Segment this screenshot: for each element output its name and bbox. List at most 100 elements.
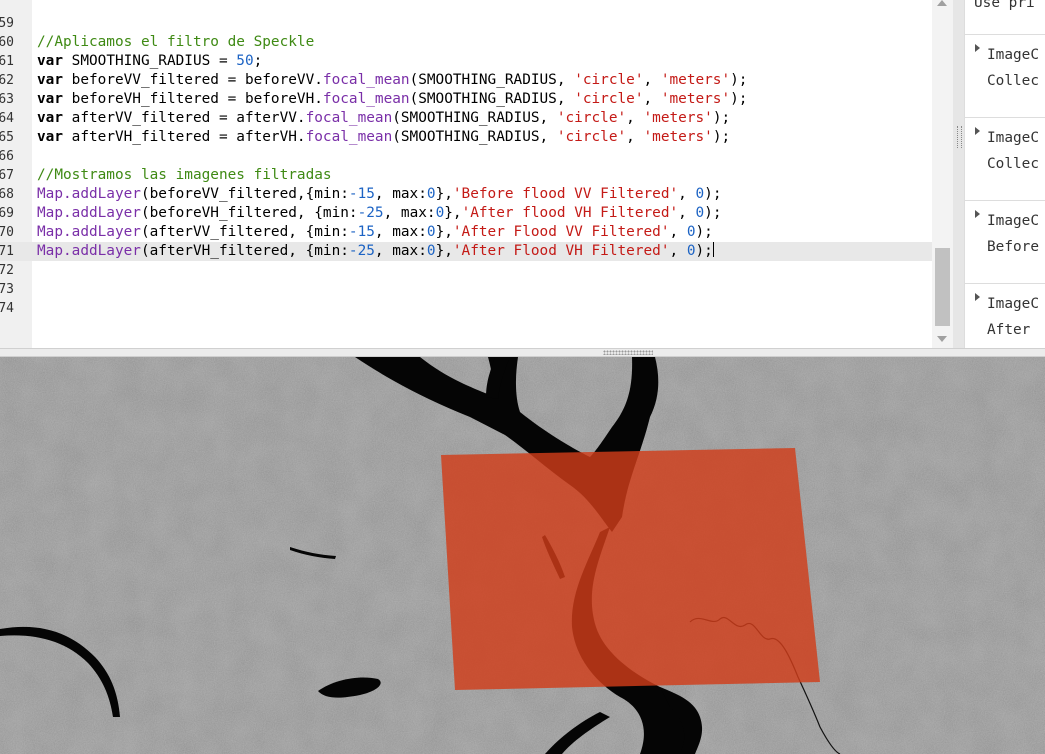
code-token: SMOOTHING_RADIUS = bbox=[63, 53, 237, 69]
code-line[interactable]: 66 bbox=[0, 147, 932, 166]
text-cursor bbox=[712, 242, 714, 257]
code-token: (SMOOTHING_RADIUS, bbox=[392, 110, 557, 126]
code-token: afterVH_filtered = afterVH. bbox=[63, 129, 306, 145]
code-token: (beforeVH_filtered, {min: bbox=[140, 205, 358, 221]
scroll-up-arrow-icon[interactable] bbox=[937, 0, 947, 6]
line-number: 70 bbox=[0, 225, 14, 240]
code-token: 0 bbox=[426, 243, 436, 259]
code-token: var bbox=[37, 53, 63, 69]
code-token: 'After Flood VV Filtered' bbox=[452, 224, 670, 240]
divider-grip-icon[interactable] bbox=[957, 126, 962, 148]
code-line[interactable]: 59 bbox=[0, 14, 932, 33]
side-panel: Use pri ImageC Collec ImageC Collec Imag… bbox=[953, 0, 1045, 348]
code-token: var bbox=[37, 91, 63, 107]
code-token: ); bbox=[712, 110, 731, 126]
splitter-handle-icon[interactable] bbox=[603, 350, 653, 355]
code-line[interactable]: 73 bbox=[0, 280, 932, 299]
map-splitter[interactable] bbox=[0, 348, 1045, 357]
scroll-down-arrow-icon[interactable] bbox=[937, 336, 947, 342]
code-token: -15 bbox=[348, 186, 375, 202]
line-number: 61 bbox=[0, 54, 14, 69]
code-token: , bbox=[678, 205, 696, 221]
code-line[interactable]: 65 var afterVH_filtered = afterVH.focal_m… bbox=[0, 128, 932, 147]
code-line[interactable]: 63 var beforeVH_filtered = beforeVH.focal… bbox=[0, 90, 932, 109]
line-number: 60 bbox=[0, 35, 14, 50]
code-token: 'meters' bbox=[660, 72, 731, 88]
code-token: 0 bbox=[695, 205, 705, 221]
code-token: Map.addLayer bbox=[37, 224, 141, 240]
code-token: var bbox=[37, 129, 63, 145]
code-token: afterVV_filtered = afterVV. bbox=[63, 110, 306, 126]
editor-vertical-scrollbar[interactable] bbox=[932, 0, 953, 348]
code-token: }, bbox=[435, 243, 453, 259]
code-line[interactable]: 62 var beforeVV_filtered = beforeVV.focal… bbox=[0, 71, 932, 90]
code-token: , max: bbox=[374, 224, 427, 240]
code-token: , bbox=[669, 243, 687, 259]
code-token: (SMOOTHING_RADIUS, bbox=[409, 91, 575, 107]
console-entry[interactable]: ImageC Before bbox=[965, 200, 1045, 284]
code-line[interactable]: 71 Map.addLayer(afterVH_filtered, {min:-2… bbox=[0, 242, 932, 261]
expand-triangle-icon[interactable] bbox=[975, 210, 980, 218]
code-token: focal_mean bbox=[322, 91, 410, 107]
map-canvas[interactable] bbox=[0, 357, 1045, 754]
code-line[interactable]: 61 var SMOOTHING_RADIUS = 50; bbox=[0, 52, 932, 71]
code-line[interactable]: 64 var afterVV_filtered = afterVV.focal_m… bbox=[0, 109, 932, 128]
console-entry-type: ImageC bbox=[987, 130, 1039, 146]
code-token: ); bbox=[704, 186, 722, 202]
code-token: 'meters' bbox=[643, 110, 713, 126]
code-token: 0 bbox=[686, 243, 696, 259]
code-token: focal_mean bbox=[305, 129, 393, 145]
code-token: , max: bbox=[374, 186, 427, 202]
code-text: Map.addLayer(afterVV_filtered, {min:-15,… bbox=[37, 223, 713, 242]
code-token: 0 bbox=[426, 224, 436, 240]
console-entry-name: After bbox=[987, 322, 1039, 338]
line-number: 74 bbox=[0, 301, 14, 316]
code-text: Map.addLayer(beforeVH_filtered, {min:-25… bbox=[37, 204, 722, 223]
console-entry-type: ImageC bbox=[987, 213, 1039, 229]
code-editor[interactable]: 59 60 //Aplicamos el filtro de Speckle 61 va… bbox=[0, 0, 953, 348]
console-entry-name: Collec bbox=[987, 73, 1039, 89]
code-token: 'Before flood VV Filtered' bbox=[452, 186, 679, 202]
code-token: beforeVH_filtered = beforeVH. bbox=[63, 91, 323, 107]
code-line[interactable]: 74 bbox=[0, 299, 932, 318]
code-text: //Aplicamos el filtro de Speckle bbox=[37, 33, 314, 52]
code-line[interactable]: 67 //Mostramos las imagenes filtradas bbox=[0, 166, 932, 185]
scrollbar-thumb[interactable] bbox=[935, 248, 950, 326]
code-token: 0 bbox=[426, 186, 436, 202]
code-token: Map.addLayer bbox=[37, 243, 141, 259]
console-entry-type: ImageC bbox=[987, 296, 1039, 312]
console-entry-name: Collec bbox=[987, 156, 1039, 172]
code-text: var afterVH_filtered = afterVH.focal_mea… bbox=[37, 128, 730, 147]
code-token: , bbox=[626, 110, 644, 126]
console-entry[interactable]: ImageC Collec bbox=[965, 117, 1045, 201]
code-token: , bbox=[626, 129, 644, 145]
console-entry[interactable]: ImageC Collec bbox=[965, 34, 1045, 118]
code-token: 'After Flood VH Filtered' bbox=[452, 243, 670, 259]
code-text: var beforeVH_filtered = beforeVH.focal_m… bbox=[37, 90, 747, 109]
panel-divider[interactable] bbox=[953, 0, 964, 348]
line-number: 59 bbox=[0, 16, 14, 31]
code-token: //Aplicamos el filtro de Speckle bbox=[37, 34, 315, 50]
code-token: 'meters' bbox=[643, 129, 713, 145]
expand-triangle-icon[interactable] bbox=[975, 44, 980, 52]
console-entry[interactable]: ImageC After bbox=[965, 283, 1045, 348]
code-lines[interactable]: 59 60 //Aplicamos el filtro de Speckle 61 va… bbox=[0, 14, 932, 318]
code-token: 'circle' bbox=[556, 110, 627, 126]
code-line[interactable]: 69 Map.addLayer(beforeVH_filtered, {min:-… bbox=[0, 204, 932, 223]
code-line[interactable]: 70 Map.addLayer(afterVV_filtered, {min:-1… bbox=[0, 223, 932, 242]
code-token: ; bbox=[253, 53, 263, 69]
code-line[interactable]: 72 bbox=[0, 261, 932, 280]
code-token: var bbox=[37, 72, 63, 88]
code-token: ); bbox=[730, 72, 748, 88]
code-line[interactable]: 68 Map.addLayer(beforeVV_filtered,{min:-1… bbox=[0, 185, 932, 204]
map-layers bbox=[0, 357, 1045, 754]
expand-triangle-icon[interactable] bbox=[975, 293, 980, 301]
code-token: 'circle' bbox=[574, 91, 644, 107]
line-number: 69 bbox=[0, 206, 14, 221]
code-token: 0 bbox=[695, 186, 705, 202]
expand-triangle-icon[interactable] bbox=[975, 127, 980, 135]
code-text: Map.addLayer(afterVH_filtered, {min:-25,… bbox=[37, 242, 714, 261]
code-token: , bbox=[643, 91, 661, 107]
code-line[interactable]: 60 //Aplicamos el filtro de Speckle bbox=[0, 33, 932, 52]
code-token: ); bbox=[730, 91, 748, 107]
